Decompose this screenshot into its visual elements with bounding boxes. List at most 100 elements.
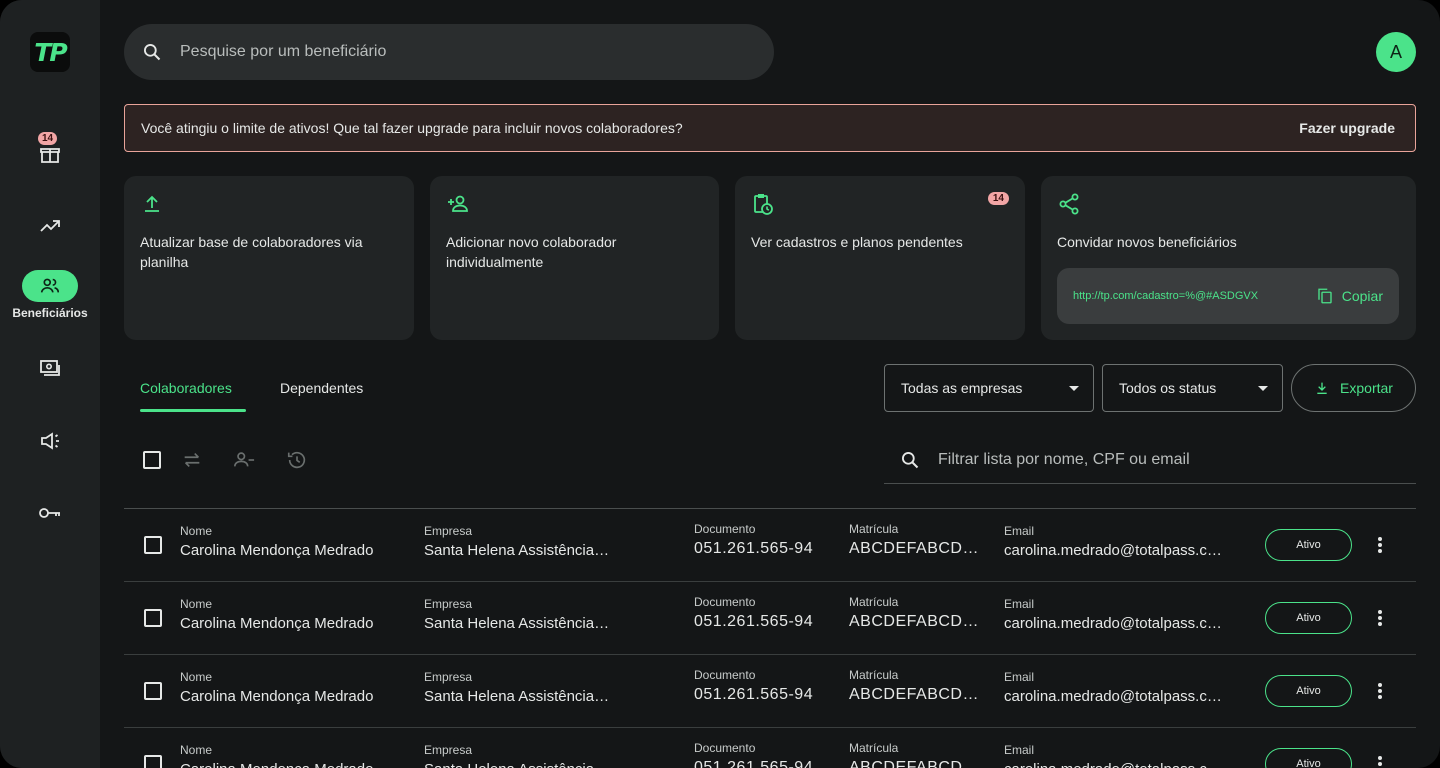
download-icon <box>1317 382 1327 394</box>
table-row[interactable]: Nome Carolina Mendonça Medrado Empresa S… <box>124 508 1416 581</box>
email-cell: Email carolina.medrado@totalpass.c… <box>1004 670 1222 705</box>
history-icon[interactable] <box>285 448 309 472</box>
name-value: Carolina Mendonça Medrado <box>180 761 373 768</box>
invite-url[interactable]: http://tp.com/cadastro=%@#ASDGVX <box>1073 290 1258 302</box>
column-label: Empresa <box>424 597 473 611</box>
list-filter[interactable]: Filtrar lista por nome, CPF ou email <box>884 436 1416 484</box>
sidebar-item-beneficiaries[interactable]: Beneficiários <box>0 270 100 320</box>
pending-badge: 14 <box>987 192 1009 205</box>
column-label: Nome <box>180 524 213 538</box>
company-value: Santa Helena Assistência… <box>424 688 610 705</box>
filter-input[interactable]: Filtrar lista por nome, CPF ou email <box>938 451 1190 469</box>
upload-icon <box>140 192 164 216</box>
company-cell: Empresa Santa Helena Assistência… <box>424 524 609 559</box>
remove-person-icon[interactable] <box>232 448 256 472</box>
status-select[interactable]: Todos os status <box>1102 364 1283 412</box>
tab-dependents[interactable]: Dependentes <box>280 380 363 412</box>
registration-value: ABCDEFABCD… <box>849 759 979 768</box>
document-cell: Documento 051.261.565-94 <box>694 668 813 704</box>
beneficiary-search[interactable]: Pesquise por um beneficiário <box>124 24 774 80</box>
search-input[interactable]: Pesquise por um beneficiário <box>180 43 386 61</box>
status-badge[interactable]: Ativo <box>1265 675 1352 707</box>
campaign-icon <box>22 425 78 457</box>
person-add-icon <box>446 192 470 216</box>
card-pending-registrations[interactable]: 14 Ver cadastros e planos pendentes <box>735 176 1025 340</box>
select-all-checkbox[interactable] <box>140 448 164 472</box>
company-select[interactable]: Todas as empresas <box>884 364 1094 412</box>
card-add-collaborator[interactable]: Adicionar novo colaborador individualmen… <box>430 176 719 340</box>
invite-link-box: http://tp.com/cadastro=%@#ASDGVX Copiar <box>1057 268 1399 324</box>
column-label: Nome <box>180 670 213 684</box>
sidebar-item-access[interactable] <box>0 497 100 529</box>
status-badge[interactable]: Ativo <box>1265 602 1352 634</box>
company-value: Santa Helena Assistência… <box>424 761 609 768</box>
app-logo[interactable]: TP <box>30 32 70 72</box>
notification-badge: 14 <box>38 132 58 145</box>
table-row[interactable]: Nome Carolina Mendonça Medrado Empresa S… <box>124 581 1416 654</box>
company-cell: Empresa Santa Helena Assistência… <box>424 743 609 768</box>
pending-clipboard-icon <box>751 192 775 216</box>
row-checkbox[interactable] <box>144 682 162 700</box>
document-value: 051.261.565-94 <box>694 613 814 630</box>
column-label: Documento <box>694 741 756 755</box>
email-value: carolina.medrado@totalpass.c… <box>1004 761 1222 768</box>
card-upload-spreadsheet[interactable]: Atualizar base de colaboradores via plan… <box>124 176 414 340</box>
checkbox[interactable] <box>143 451 161 469</box>
email-cell: Email carolina.medrado@totalpass.c… <box>1004 597 1222 632</box>
more-vert-icon[interactable] <box>1368 754 1392 768</box>
column-label: Email <box>1004 670 1035 684</box>
more-vert-icon[interactable] <box>1368 535 1392 555</box>
table-row[interactable]: Nome Carolina Mendonça Medrado Empresa S… <box>124 727 1416 768</box>
status-badge[interactable]: Ativo <box>1265 748 1352 768</box>
document-cell: Documento 051.261.565-94 <box>694 595 813 631</box>
name-value: Carolina Mendonça Medrado <box>180 542 374 559</box>
sidebar: TP 14 Beneficiários <box>0 0 100 768</box>
active-tab-indicator <box>140 409 246 412</box>
registration-cell: Matrícula ABCDEFABCD… <box>849 522 979 558</box>
trending-icon <box>22 210 78 242</box>
sidebar-item-campaigns[interactable] <box>0 425 100 457</box>
more-vert-icon[interactable] <box>1368 608 1392 628</box>
name-cell: Nome Carolina Mendonça Medrado <box>180 670 373 705</box>
document-value: 051.261.565-94 <box>694 540 814 557</box>
transfer-icon[interactable] <box>180 448 204 472</box>
column-label: Empresa <box>424 743 473 757</box>
company-value: Santa Helena Assistência… <box>424 615 610 632</box>
export-button[interactable]: Exportar <box>1291 364 1416 412</box>
upgrade-button[interactable]: Fazer upgrade <box>1299 120 1395 136</box>
copy-button[interactable]: Copiar <box>1316 287 1383 305</box>
logo-text: TP <box>34 37 67 67</box>
document-value: 051.261.565-94 <box>694 686 814 703</box>
row-checkbox[interactable] <box>144 609 162 627</box>
registration-value: ABCDEFABCD… <box>849 540 979 557</box>
more-vert-icon[interactable] <box>1368 681 1392 701</box>
card-title: Atualizar base de colaboradores via plan… <box>140 234 363 270</box>
tab-collaborators[interactable]: Colaboradores <box>140 380 232 412</box>
email-cell: Email carolina.medrado@totalpass.c… <box>1004 743 1222 768</box>
status-badge[interactable]: Ativo <box>1265 529 1352 561</box>
column-label: Documento <box>694 522 756 536</box>
chevron-down-icon <box>1258 385 1268 391</box>
name-cell: Nome Carolina Mendonça Medrado <box>180 597 373 632</box>
column-label: Email <box>1004 743 1035 757</box>
row-checkbox[interactable] <box>144 536 162 554</box>
app-window: TP 14 Beneficiários Pesquise por um bene… <box>0 0 1440 768</box>
column-label: Empresa <box>424 524 473 538</box>
column-label: Matrícula <box>849 668 899 682</box>
search-icon <box>144 44 161 61</box>
sidebar-item-payments[interactable] <box>0 352 100 384</box>
avatar[interactable]: A <box>1376 32 1416 72</box>
company-value: Santa Helena Assistência… <box>424 542 610 559</box>
name-cell: Nome Carolina Mendonça Medrado <box>180 743 373 768</box>
sidebar-item-analytics[interactable] <box>0 210 100 242</box>
sidebar-item-benefits[interactable]: 14 <box>0 132 100 170</box>
table-row[interactable]: Nome Carolina Mendonça Medrado Empresa S… <box>124 654 1416 727</box>
share-icon <box>1057 192 1081 216</box>
name-value: Carolina Mendonça Medrado <box>180 615 374 632</box>
document-value: 051.261.565-94 <box>694 759 814 768</box>
key-icon <box>22 497 78 529</box>
company-cell: Empresa Santa Helena Assistência… <box>424 670 609 705</box>
payments-icon <box>22 352 78 384</box>
company-select-value: Todas as empresas <box>901 380 1023 396</box>
row-checkbox[interactable] <box>144 755 162 768</box>
